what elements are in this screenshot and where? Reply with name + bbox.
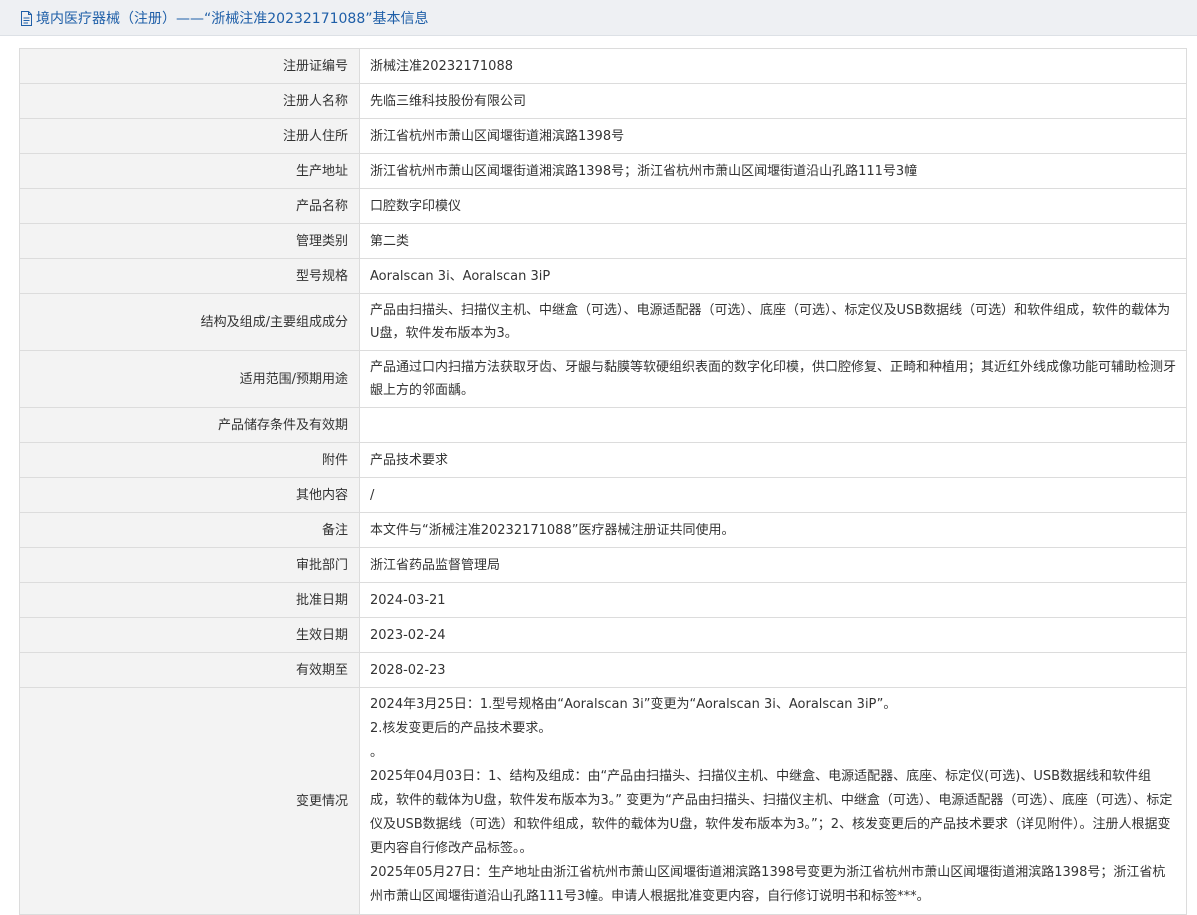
row-value: 本文件与“浙械注准20232171088”医疗器械注册证共同使用。: [359, 512, 1187, 548]
header-title-area: 境内医疗器械（注册）——“浙械注准20232171088”基本信息: [20, 8, 428, 28]
row-label: 附件: [19, 442, 360, 478]
row-label: 型号规格: [19, 258, 360, 294]
table-row: 生产地址 浙江省杭州市萧山区闻堰街道湘滨路1398号；浙江省杭州市萧山区闻堰街道…: [19, 153, 1187, 189]
row-value: 产品技术要求: [359, 442, 1187, 478]
row-value: [359, 407, 1187, 443]
table-row: 适用范围/预期用途 产品通过口内扫描方法获取牙齿、牙龈与黏膜等软硬组织表面的数字…: [19, 350, 1187, 408]
table-row: 生效日期 2023-02-24: [19, 617, 1187, 653]
row-label: 有效期至: [19, 652, 360, 688]
table-row: 结构及组成/主要组成成分 产品由扫描头、扫描仪主机、中继盒（可选）、电源适配器（…: [19, 293, 1187, 351]
page-title: 境内医疗器械（注册）——“浙械注准20232171088”基本信息: [36, 11, 429, 27]
table-row: 其他内容 /: [19, 477, 1187, 513]
row-value: 第二类: [359, 223, 1187, 259]
table-row-changes: 变更情况 2024年3月25日：1.型号规格由“Aoralscan 3i”变更为…: [19, 687, 1187, 915]
row-value: 浙械注准20232171088: [359, 48, 1187, 84]
table-row: 型号规格 Aoralscan 3i、Aoralscan 3iP: [19, 258, 1187, 294]
change-line: 2024年3月25日：1.型号规格由“Aoralscan 3i”变更为“Aora…: [370, 697, 897, 712]
row-value: 口腔数字印模仪: [359, 188, 1187, 224]
table-row: 管理类别 第二类: [19, 223, 1187, 259]
row-label: 生产地址: [19, 153, 360, 189]
row-label: 备注: [19, 512, 360, 548]
table-row: 审批部门 浙江省药品监督管理局: [19, 547, 1187, 583]
change-line: 2025年04月03日：1、结构及组成：由“产品由扫描头、扫描仪主机、中继盒、电…: [370, 769, 1173, 856]
row-value: 2024-03-21: [359, 582, 1187, 618]
info-table: 注册证编号 浙械注准20232171088 注册人名称 先临三维科技股份有限公司…: [19, 48, 1187, 915]
table-row: 附件 产品技术要求: [19, 442, 1187, 478]
table-row: 注册人名称 先临三维科技股份有限公司: [19, 83, 1187, 119]
table-row: 批准日期 2024-03-21: [19, 582, 1187, 618]
row-value: Aoralscan 3i、Aoralscan 3iP: [359, 258, 1187, 294]
row-label: 批准日期: [19, 582, 360, 618]
row-value: 2028-02-23: [359, 652, 1187, 688]
table-row: 注册证编号 浙械注准20232171088: [19, 48, 1187, 84]
change-history: 2024年3月25日：1.型号规格由“Aoralscan 3i”变更为“Aora…: [359, 687, 1187, 915]
row-label: 管理类别: [19, 223, 360, 259]
info-table-container: 注册证编号 浙械注准20232171088 注册人名称 先临三维科技股份有限公司…: [19, 48, 1187, 915]
page-header: 境内医疗器械（注册）——“浙械注准20232171088”基本信息: [0, 0, 1197, 36]
table-row: 产品名称 口腔数字印模仪: [19, 188, 1187, 224]
row-label: 产品储存条件及有效期: [19, 407, 360, 443]
row-value: 产品通过口内扫描方法获取牙齿、牙龈与黏膜等软硬组织表面的数字化印模，供口腔修复、…: [359, 350, 1187, 408]
row-value: /: [359, 477, 1187, 513]
row-label: 结构及组成/主要组成成分: [19, 293, 360, 351]
row-label: 生效日期: [19, 617, 360, 653]
row-value: 2023-02-24: [359, 617, 1187, 653]
row-value: 浙江省药品监督管理局: [359, 547, 1187, 583]
row-label: 产品名称: [19, 188, 360, 224]
row-value: 浙江省杭州市萧山区闻堰街道湘滨路1398号；浙江省杭州市萧山区闻堰街道沿山孔路1…: [359, 153, 1187, 189]
row-label: 注册人名称: [19, 83, 360, 119]
table-row: 产品储存条件及有效期: [19, 407, 1187, 443]
row-value: 浙江省杭州市萧山区闻堰街道湘滨路1398号: [359, 118, 1187, 154]
row-label: 变更情况: [19, 687, 360, 915]
change-line: 2.核发变更后的产品技术要求。: [370, 721, 552, 736]
table-row: 备注 本文件与“浙械注准20232171088”医疗器械注册证共同使用。: [19, 512, 1187, 548]
row-value: 先临三维科技股份有限公司: [359, 83, 1187, 119]
row-label: 其他内容: [19, 477, 360, 513]
document-icon: [21, 10, 32, 26]
row-label: 审批部门: [19, 547, 360, 583]
change-line: 2025年05月27日：生产地址由浙江省杭州市萧山区闻堰街道湘滨路1398号变更…: [370, 865, 1166, 904]
row-label: 适用范围/预期用途: [19, 350, 360, 408]
change-line: 。: [370, 745, 384, 760]
row-value: 产品由扫描头、扫描仪主机、中继盒（可选）、电源适配器（可选）、底座（可选）、标定…: [359, 293, 1187, 351]
table-row: 有效期至 2028-02-23: [19, 652, 1187, 688]
row-label: 注册人住所: [19, 118, 360, 154]
table-row: 注册人住所 浙江省杭州市萧山区闻堰街道湘滨路1398号: [19, 118, 1187, 154]
row-label: 注册证编号: [19, 48, 360, 84]
